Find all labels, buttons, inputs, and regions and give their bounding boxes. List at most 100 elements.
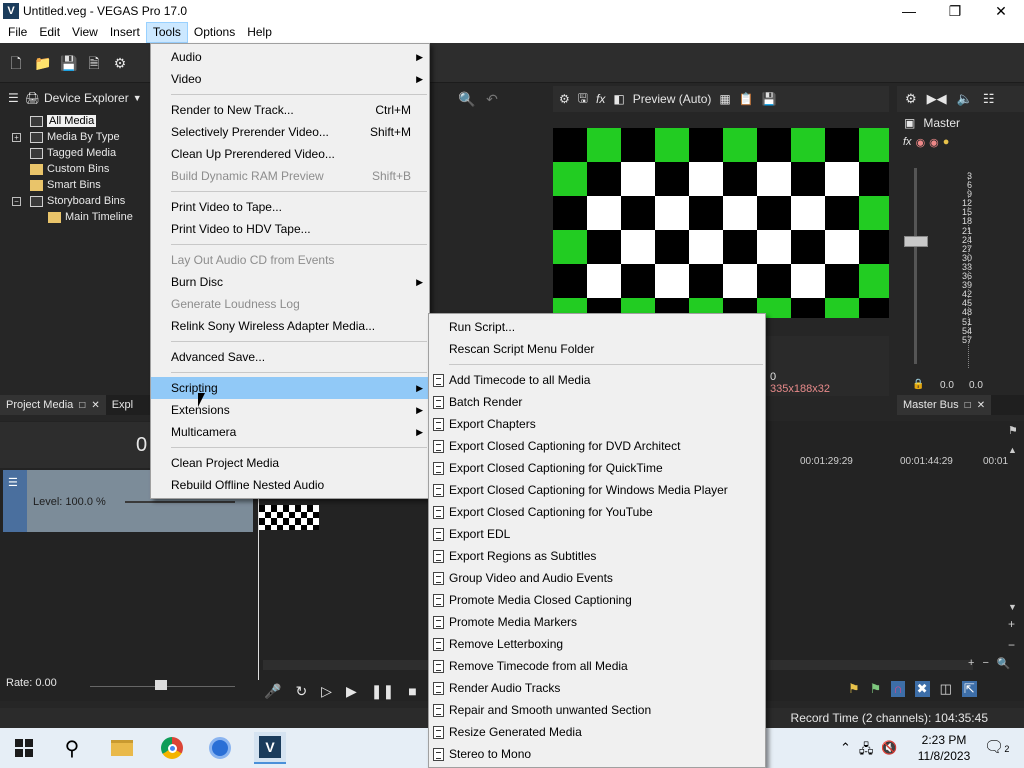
- tools-menu-item-rebuild-offline-nested-audio[interactable]: Rebuild Offline Nested Audio: [151, 474, 429, 496]
- chevron-up-icon[interactable]: ⌃: [840, 740, 851, 762]
- copy-snapshot-icon[interactable]: 📋: [739, 92, 754, 106]
- tools-menu-item-render-to-new-track[interactable]: Render to New Track... Ctrl+M: [151, 99, 429, 121]
- script-item[interactable]: Stereo to Mono: [429, 743, 765, 765]
- script-item[interactable]: Render Audio Tracks: [429, 677, 765, 699]
- fx-chain-icon[interactable]: ◉: [929, 136, 939, 149]
- file-explorer-icon[interactable]: [106, 732, 138, 764]
- tools-menu-item-clean-project-media[interactable]: Clean Project Media: [151, 452, 429, 474]
- speaker-icon[interactable]: 🔈: [957, 91, 973, 107]
- tools-menu-item-relink-sony-wireless-adapter-media[interactable]: Relink Sony Wireless Adapter Media...: [151, 315, 429, 337]
- play-from-start-icon[interactable]: ▷: [321, 683, 332, 700]
- expand-icon[interactable]: +: [12, 133, 21, 142]
- menu-tools[interactable]: Tools: [145, 22, 188, 43]
- tree-item-all-media[interactable]: All Media: [30, 113, 97, 129]
- script-menu-item-run-script[interactable]: Run Script...: [429, 316, 765, 338]
- explorer-title[interactable]: Device Explorer: [44, 91, 129, 105]
- script-item[interactable]: Batch Render: [429, 391, 765, 413]
- tools-menu-item-build-dynamic-ram-preview[interactable]: Build Dynamic RAM Preview Shift+B: [151, 165, 429, 187]
- notifications-icon[interactable]: 🗨2: [984, 737, 1009, 757]
- tree-item-media-by-type[interactable]: Media By Type: [30, 129, 120, 145]
- tools-menu-item-audio[interactable]: Audio ▶: [151, 46, 429, 68]
- tools-menu-item-scripting[interactable]: Scripting ▶: [151, 377, 429, 399]
- save-icon[interactable]: 💾: [60, 55, 77, 71]
- menu-insert[interactable]: Insert: [104, 22, 146, 43]
- gear-icon[interactable]: ⚙: [112, 55, 128, 71]
- close-button[interactable]: ✕: [978, 0, 1024, 22]
- play-icon[interactable]: ▶: [346, 683, 357, 700]
- script-item[interactable]: Add Timecode to all Media: [429, 369, 765, 391]
- preview-settings-icon[interactable]: ⚙: [559, 92, 570, 106]
- script-item[interactable]: Export Closed Captioning for DVD Archite…: [429, 435, 765, 457]
- solo-icon[interactable]: ●: [943, 136, 950, 149]
- record-icon[interactable]: 🎤: [264, 683, 281, 700]
- video-event-thumbnail[interactable]: [259, 505, 319, 530]
- tree-item-main-timeline[interactable]: Main Timeline: [48, 209, 133, 225]
- master-fader-handle[interactable]: [904, 236, 928, 247]
- search-icon[interactable]: ⚲: [56, 732, 88, 764]
- auto-ripple-icon[interactable]: ✖: [914, 681, 930, 697]
- undock-icon[interactable]: □: [965, 400, 971, 411]
- script-item[interactable]: Remove Timecode from all Media: [429, 655, 765, 677]
- zoom-icon[interactable]: 🔍: [458, 91, 475, 107]
- preview-device-icon[interactable]: 🖫: [578, 89, 588, 110]
- marker-icon[interactable]: ⚑: [848, 681, 860, 697]
- list-icon[interactable]: ☰: [8, 91, 19, 105]
- region-icon[interactable]: ⚑: [870, 681, 882, 697]
- tools-menu-item-print-video-to-tape[interactable]: Print Video to Tape...: [151, 196, 429, 218]
- script-item[interactable]: Repair and Smooth unwanted Section: [429, 699, 765, 721]
- script-item[interactable]: Remove Letterboxing: [429, 633, 765, 655]
- menu-options[interactable]: Options: [188, 22, 241, 43]
- scroll-down-icon[interactable]: ▼: [1008, 602, 1017, 612]
- menu-view[interactable]: View: [66, 22, 104, 43]
- zoom-in-icon[interactable]: +: [1008, 617, 1015, 631]
- menu-help[interactable]: Help: [241, 22, 278, 43]
- tools-menu-item-lay-out-audio-cd-from-events[interactable]: Lay Out Audio CD from Events: [151, 249, 429, 271]
- close-icon[interactable]: ✕: [977, 400, 985, 411]
- network-icon[interactable]: 🖧: [859, 740, 874, 762]
- track-menu-icon[interactable]: ☰: [8, 476, 18, 489]
- grid-icon[interactable]: ▦: [719, 92, 730, 106]
- script-menu-item-rescan-script-menu-folder[interactable]: Rescan Script Menu Folder: [429, 338, 765, 360]
- tools-menu-item-advanced-save[interactable]: Advanced Save...: [151, 346, 429, 368]
- chrome-icon[interactable]: [156, 732, 188, 764]
- new-file-icon[interactable]: 🗋: [8, 55, 24, 71]
- fx-icon[interactable]: fx: [903, 136, 912, 149]
- ripple-mode-icon[interactable]: ◫: [940, 681, 952, 697]
- collapse-icon[interactable]: −: [12, 197, 21, 206]
- tree-item-tagged-media[interactable]: Tagged Media: [30, 145, 116, 161]
- windows-start-icon[interactable]: [8, 732, 40, 764]
- playhead-cursor[interactable]: [258, 470, 259, 680]
- preview-quality-dropdown[interactable]: Preview (Auto): [633, 92, 712, 106]
- zoom-in-icon[interactable]: +: [968, 657, 974, 670]
- script-item[interactable]: Export EDL: [429, 523, 765, 545]
- master-downmix-icon[interactable]: ▶◀: [927, 91, 947, 107]
- undock-icon[interactable]: □: [79, 400, 85, 411]
- browser-icon[interactable]: [204, 732, 236, 764]
- tools-menu-item-video[interactable]: Video ▶: [151, 68, 429, 90]
- split-screen-icon[interactable]: ◧: [613, 92, 624, 106]
- close-icon[interactable]: ✕: [91, 400, 99, 411]
- stop-icon[interactable]: ■: [408, 683, 416, 699]
- volume-muted-icon[interactable]: 🔇: [881, 740, 897, 762]
- pause-icon[interactable]: ❚❚: [371, 683, 394, 700]
- script-item[interactable]: Promote Media Closed Captioning: [429, 589, 765, 611]
- tree-item-storyboard-bins[interactable]: Storyboard Bins: [30, 193, 125, 209]
- lock-icon[interactable]: 🔒: [912, 379, 924, 390]
- marker-icon[interactable]: ⚑: [1008, 424, 1018, 437]
- script-item[interactable]: Promote Media Markers: [429, 611, 765, 633]
- script-item[interactable]: Export Closed Captioning for Windows Med…: [429, 479, 765, 501]
- open-folder-icon[interactable]: 📁: [34, 55, 51, 71]
- mixer-icon[interactable]: ☷: [983, 91, 995, 107]
- fx-chain-icon[interactable]: ◉: [916, 136, 926, 149]
- maximize-button[interactable]: ❐: [932, 0, 978, 22]
- video-preview[interactable]: [553, 128, 889, 318]
- script-item[interactable]: Export Closed Captioning for YouTube: [429, 501, 765, 523]
- script-item[interactable]: Export Regions as Subtitles: [429, 545, 765, 567]
- tools-menu-item-print-video-to-hdv-tape[interactable]: Print Video to HDV Tape...: [151, 218, 429, 240]
- tools-menu-item-generate-loudness-log[interactable]: Generate Loudness Log: [151, 293, 429, 315]
- menu-file[interactable]: File: [2, 22, 33, 43]
- tree-item-custom-bins[interactable]: Custom Bins: [30, 161, 109, 177]
- master-settings-icon[interactable]: ⚙: [905, 91, 917, 107]
- tools-menu-item-multicamera[interactable]: Multicamera ▶: [151, 421, 429, 443]
- tools-menu-item-selectively-prerender-video[interactable]: Selectively Prerender Video... Shift+M: [151, 121, 429, 143]
